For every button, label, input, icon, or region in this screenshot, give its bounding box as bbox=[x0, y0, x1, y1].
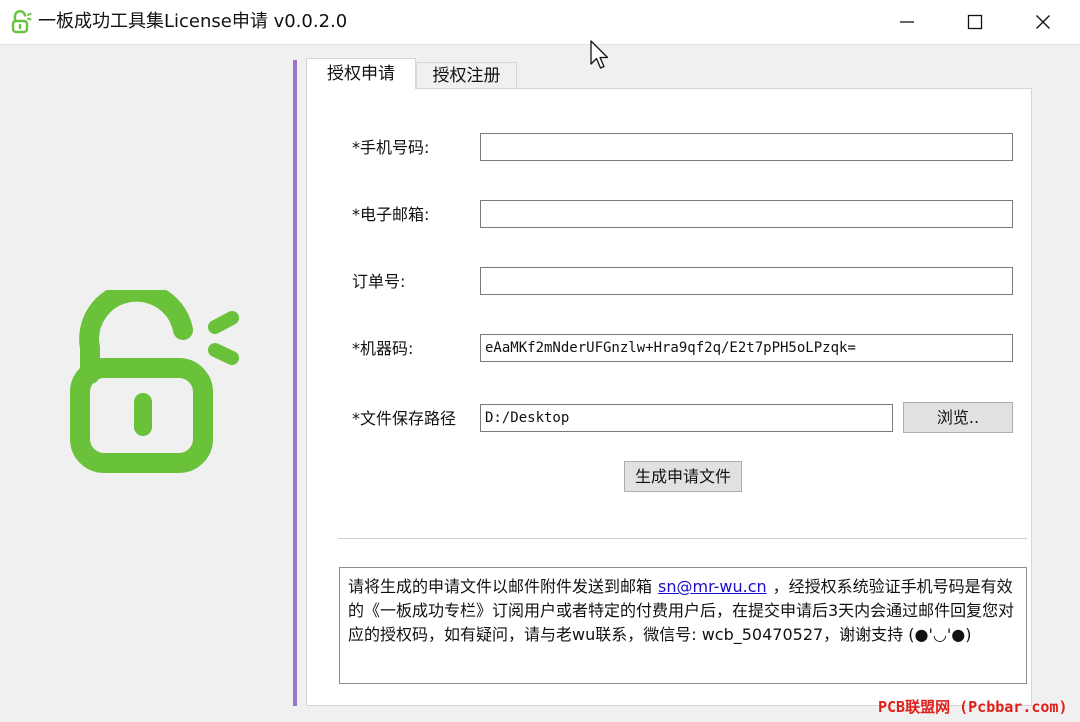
separator bbox=[338, 538, 1027, 539]
email-link[interactable]: sn@mr-wu.cn bbox=[658, 577, 767, 596]
instructions-textbox[interactable]: 请将生成的申请文件以邮件附件发送到邮箱 sn@mr-wu.cn ，经授权系统验证手机… bbox=[339, 567, 1027, 684]
unlocked-padlock-icon bbox=[11, 10, 32, 34]
close-button[interactable] bbox=[1010, 0, 1076, 44]
tab-register[interactable]: 授权注册 bbox=[416, 62, 517, 89]
save-path-label: *文件保存路径 bbox=[352, 409, 457, 428]
maximize-button[interactable] bbox=[942, 0, 1008, 44]
order-number-input[interactable] bbox=[480, 267, 1013, 295]
unlocked-padlock-icon bbox=[70, 290, 239, 473]
browse-button[interactable]: 浏览.. bbox=[903, 402, 1013, 433]
email-label: *电子邮箱: bbox=[352, 205, 430, 224]
save-path-input[interactable] bbox=[480, 404, 893, 432]
maximize-icon bbox=[967, 14, 983, 30]
minimize-icon bbox=[900, 21, 914, 23]
tab-apply[interactable]: 授权申请 bbox=[306, 58, 416, 89]
accent-divider bbox=[293, 60, 297, 706]
title-bar: 一板成功工具集License申请 v0.0.2.0 bbox=[0, 0, 1080, 45]
minimize-button[interactable] bbox=[874, 0, 940, 44]
machine-code-input[interactable] bbox=[480, 334, 1013, 362]
phone-label: *手机号码: bbox=[352, 138, 430, 157]
instructions-text-part1: 请将生成的申请文件以邮件附件发送到邮箱 bbox=[348, 577, 653, 596]
order-number-label: 订单号: bbox=[352, 272, 406, 291]
phone-input[interactable] bbox=[480, 133, 1013, 161]
mouse-cursor-icon bbox=[590, 40, 609, 69]
machine-code-label: *机器码: bbox=[352, 339, 414, 358]
generate-request-file-button[interactable]: 生成申请文件 bbox=[624, 461, 742, 492]
window-title: 一板成功工具集License申请 v0.0.2.0 bbox=[38, 11, 348, 32]
close-icon bbox=[1036, 15, 1050, 29]
watermark: PCB联盟网 (Pcbbar.com) bbox=[878, 698, 1068, 716]
email-input[interactable] bbox=[480, 200, 1013, 228]
